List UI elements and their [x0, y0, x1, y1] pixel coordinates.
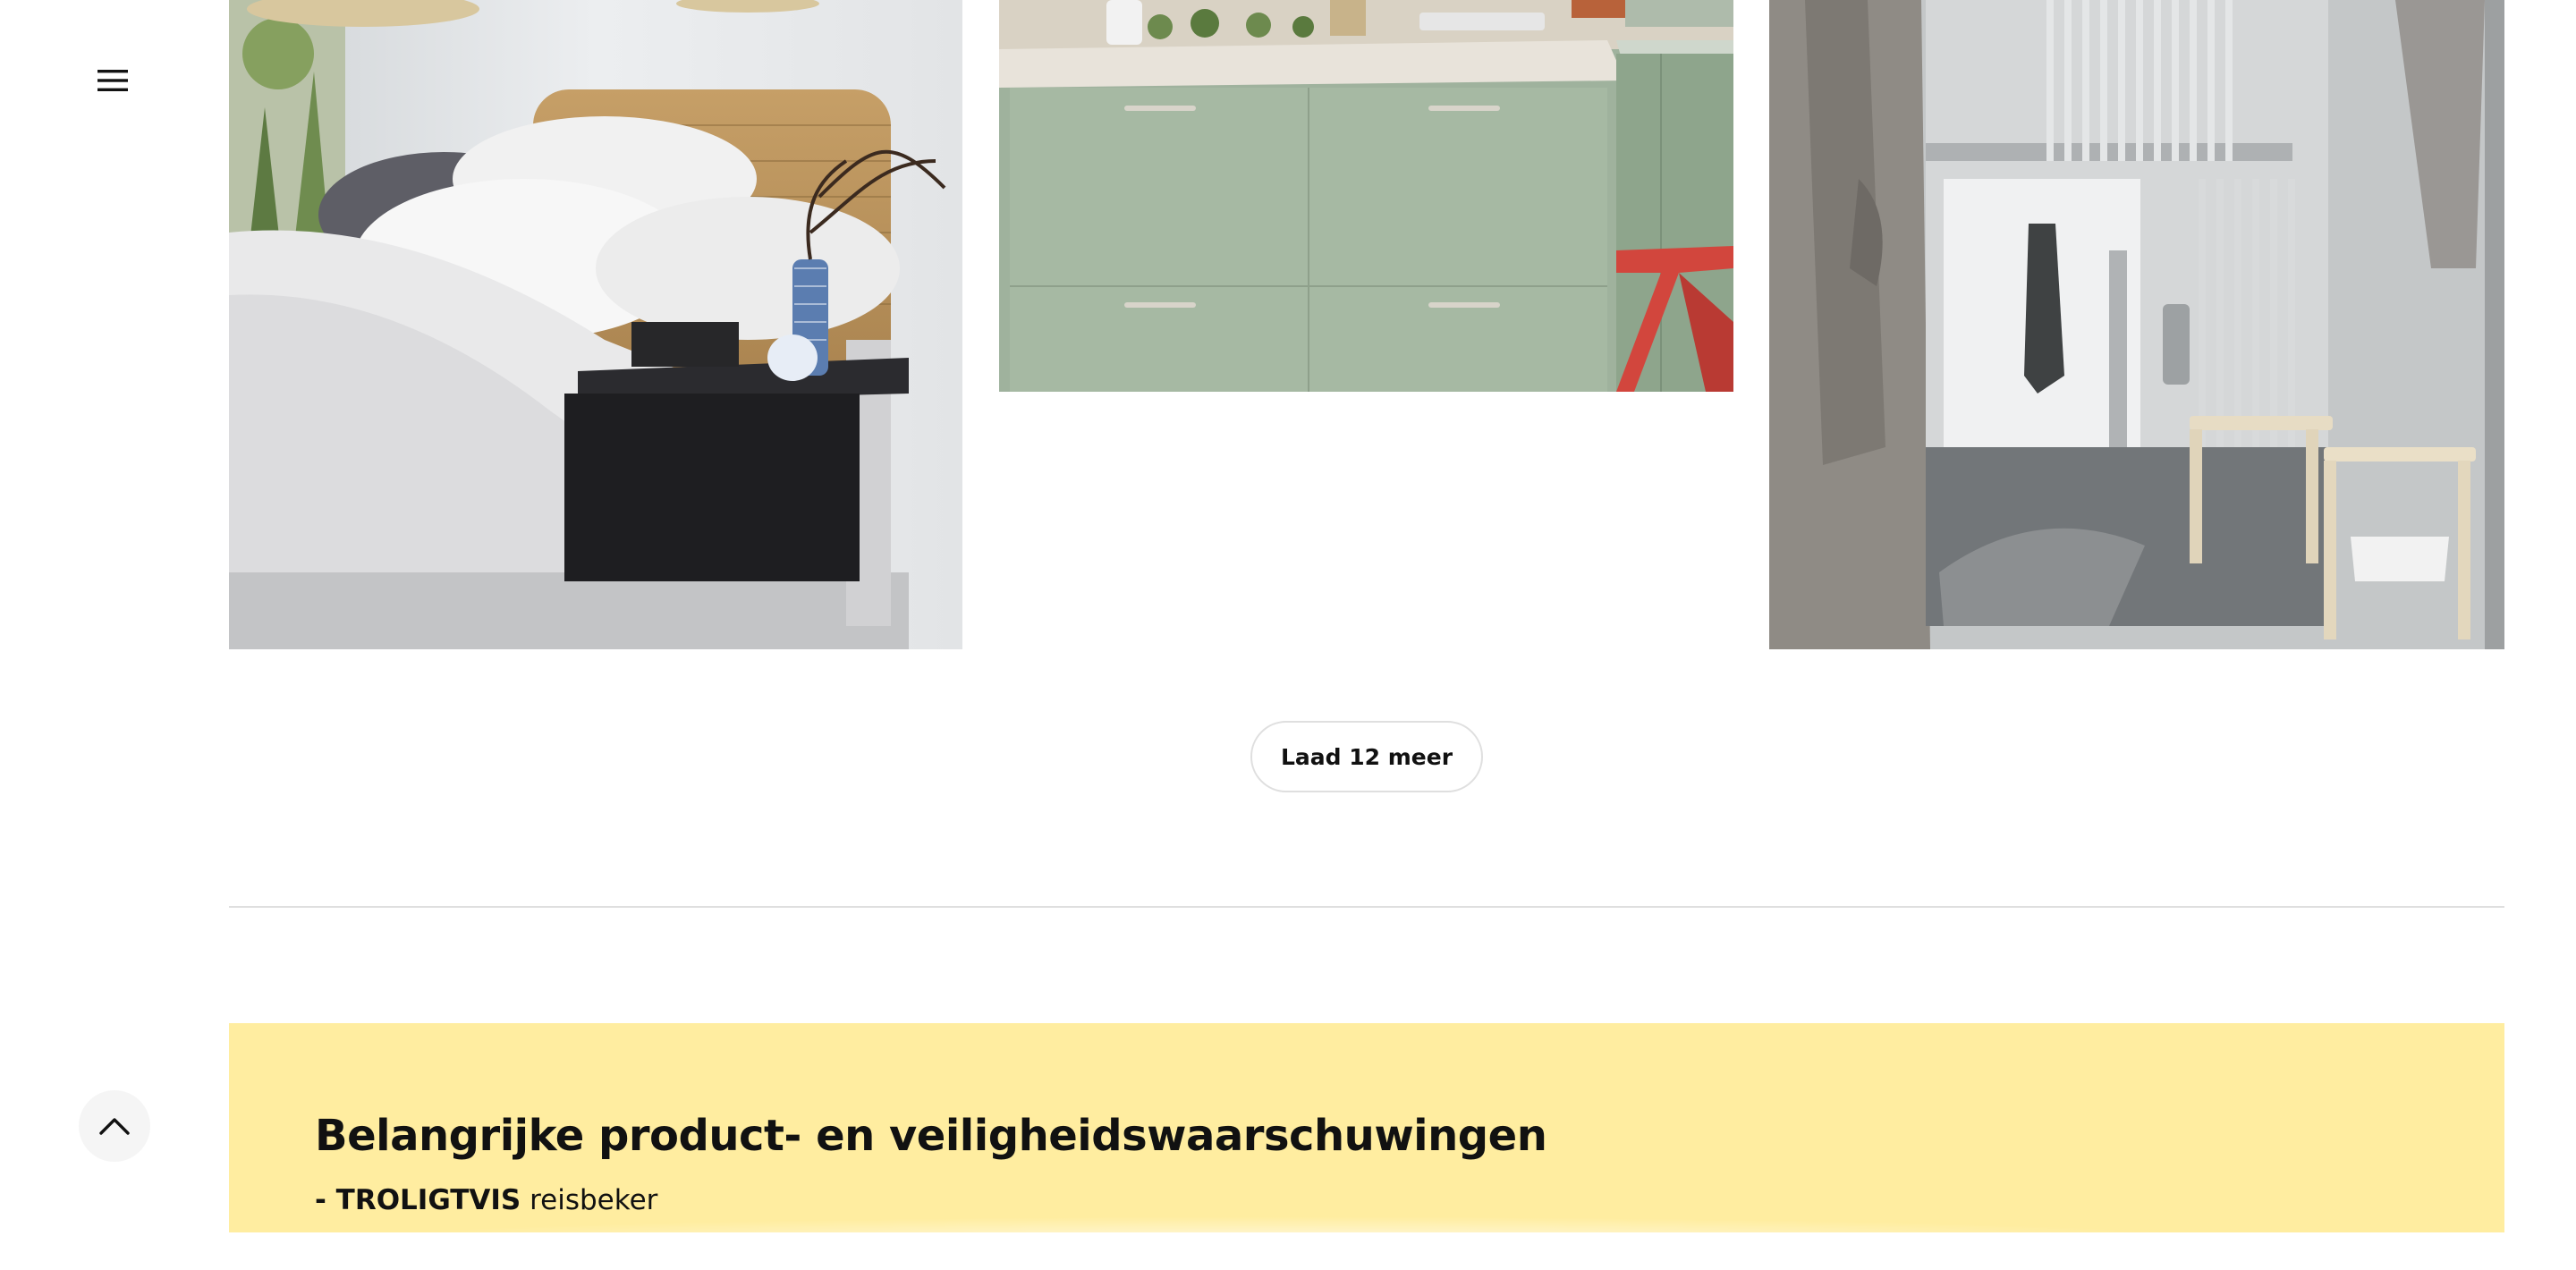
- load-more-button[interactable]: Laad 12 meer: [1250, 721, 1483, 792]
- safety-warnings-section: Belangrijke product- en veiligheidswaars…: [229, 1023, 2504, 1232]
- warning-item-prefix: -: [315, 1184, 336, 1216]
- hamburger-menu-icon: [97, 70, 128, 91]
- gallery-image-kitchen[interactable]: [999, 0, 1733, 392]
- warning-item[interactable]: - TROLIGTVIS reisbeker: [315, 1184, 657, 1216]
- gallery-image-bathroom[interactable]: [1769, 0, 2504, 649]
- warning-item-prefix: -: [315, 1222, 326, 1232]
- menu-button[interactable]: [82, 50, 143, 111]
- warning-item[interactable]: -: [315, 1222, 326, 1232]
- warning-item-description: reisbeker: [521, 1184, 658, 1216]
- gallery-image-bedroom[interactable]: [229, 0, 962, 649]
- back-to-top-button[interactable]: [79, 1090, 150, 1162]
- chevron-up-icon: [99, 1118, 130, 1135]
- safety-warnings-title: Belangrijke product- en veiligheidswaars…: [315, 1111, 1547, 1161]
- section-divider: [229, 906, 2504, 908]
- warning-item-product: TROLIGTVIS: [335, 1184, 521, 1216]
